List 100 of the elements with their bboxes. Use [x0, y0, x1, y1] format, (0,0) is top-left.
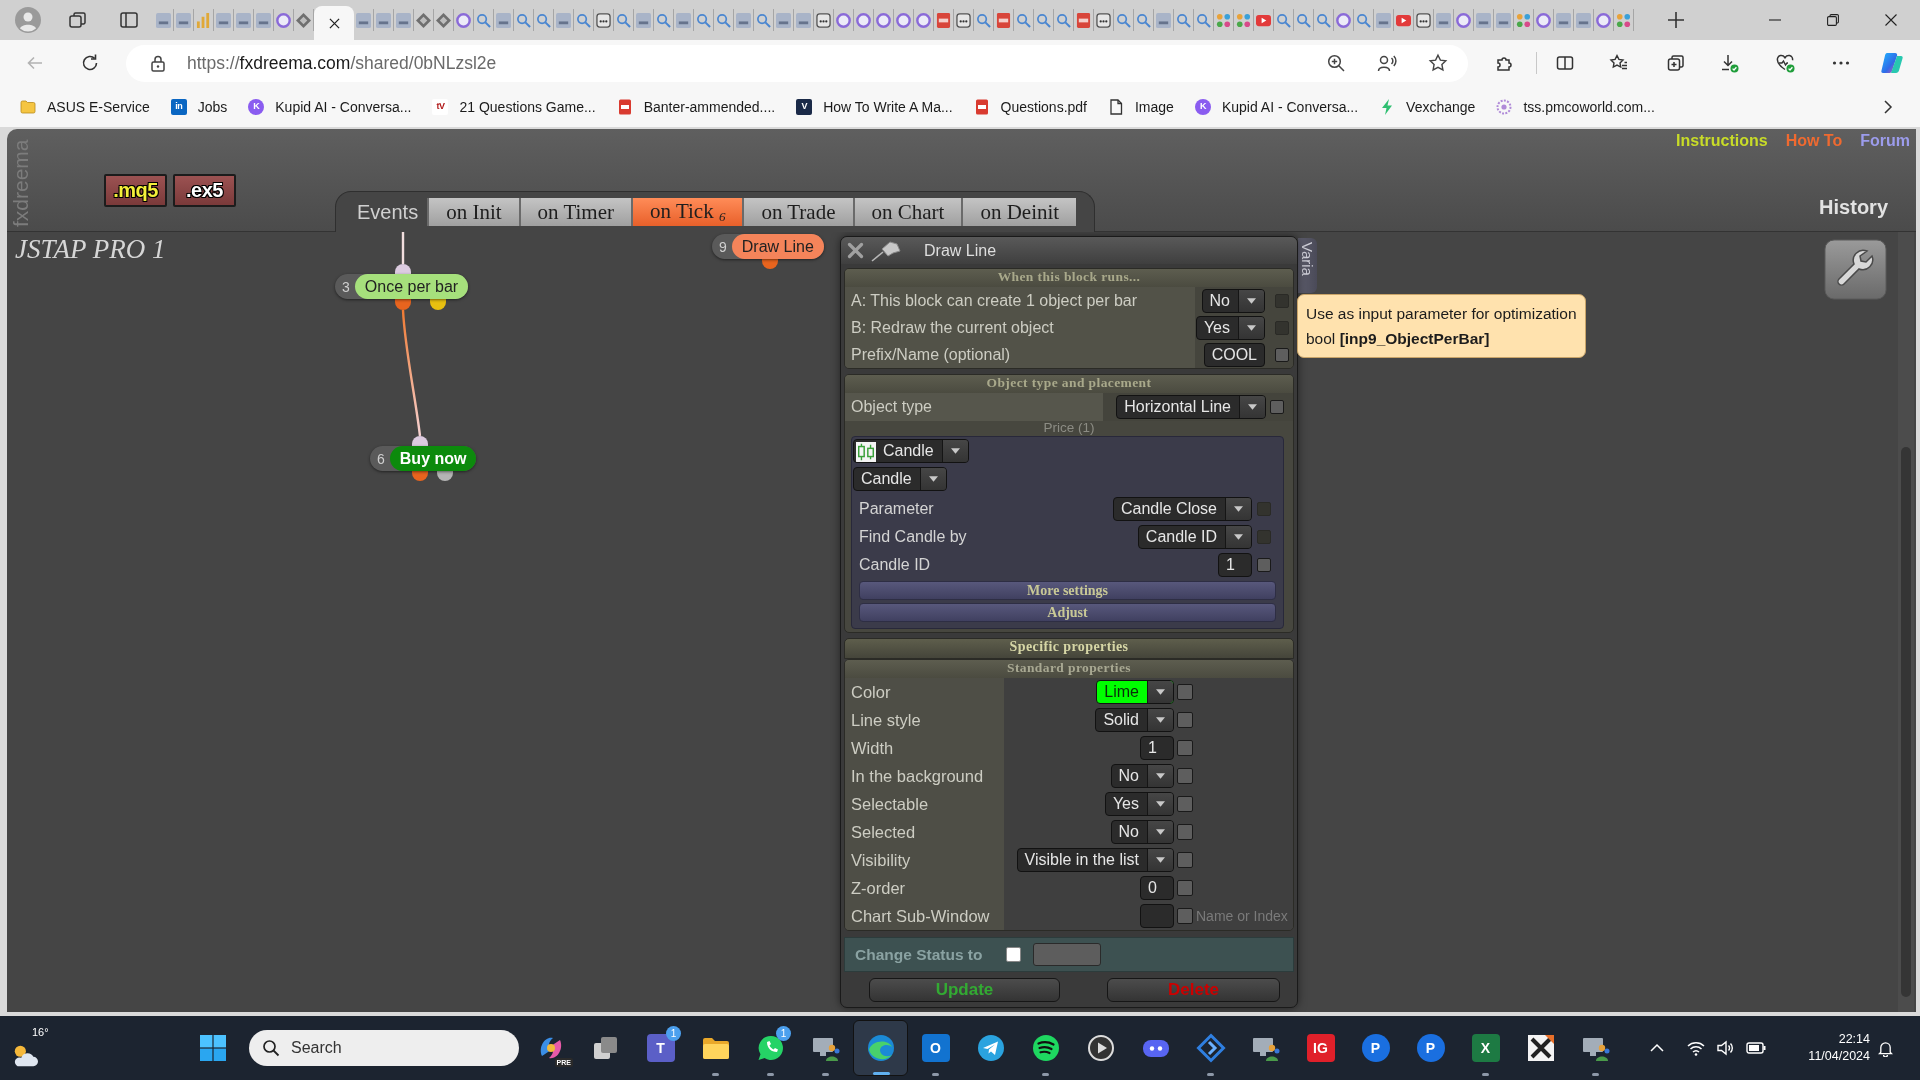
dropdown[interactable]: Solid — [1095, 708, 1174, 732]
browser-tab[interactable] — [234, 9, 254, 31]
dropdown[interactable]: No — [1110, 820, 1174, 844]
checkbox[interactable] — [1257, 558, 1271, 572]
input-field[interactable]: 1 — [1218, 553, 1252, 577]
dropdown[interactable]: No — [1110, 764, 1174, 788]
flow-node[interactable]: 3 Once per bar — [335, 274, 469, 299]
browser-tab[interactable] — [994, 9, 1014, 31]
browser-tab[interactable] — [1354, 9, 1374, 31]
close-icon[interactable] — [1885, 14, 1897, 26]
browser-tab[interactable] — [974, 9, 994, 31]
star-icon[interactable] — [1428, 53, 1448, 73]
bookmark-link[interactable]: K Kupid AI - Conversa... — [248, 98, 412, 115]
browser-tab[interactable] — [1234, 9, 1254, 31]
browser-tab[interactable] — [1134, 9, 1154, 31]
browser-tab[interactable] — [474, 9, 494, 31]
header-link[interactable]: Instructions — [1676, 132, 1768, 150]
clock-time[interactable]: 22:14 — [1838, 1031, 1870, 1048]
checkbox[interactable] — [1177, 740, 1193, 756]
taskbar-app[interactable]: T 1 — [633, 1020, 688, 1076]
checkbox[interactable] — [1177, 908, 1193, 924]
wifi-icon[interactable] — [1687, 1040, 1705, 1056]
address-bar[interactable]: https://fxdreema.com/shared/0bNLzsl2e — [126, 44, 1468, 82]
browser-tab[interactable] — [354, 9, 374, 31]
dropdown[interactable]: Candle ID — [1137, 525, 1252, 549]
heart-pulse-icon[interactable] — [1775, 53, 1795, 73]
dropdown[interactable]: Yes — [1195, 315, 1265, 340]
lock-icon[interactable] — [150, 54, 166, 72]
browser-tab[interactable] — [1254, 9, 1274, 31]
input-field[interactable] — [1140, 904, 1174, 928]
dropdown[interactable]: Candle — [853, 467, 947, 491]
browser-tab[interactable] — [214, 9, 234, 31]
speaker-icon[interactable] — [1717, 1040, 1735, 1056]
checkbox[interactable] — [1177, 880, 1193, 896]
browser-tab[interactable] — [614, 9, 634, 31]
taskbar-app[interactable]: P — [1403, 1020, 1458, 1076]
browser-tab[interactable] — [1094, 9, 1114, 31]
browser-tab[interactable] — [1594, 9, 1614, 31]
section-toggle[interactable]: Adjust — [859, 603, 1276, 622]
browser-tab[interactable] — [1474, 9, 1494, 31]
browser-tab[interactable] — [1414, 9, 1434, 31]
browser-tab[interactable] — [1014, 9, 1034, 31]
url-text[interactable]: https://fxdreema.com/shared/0bNLzsl2e — [187, 52, 497, 74]
browser-tab[interactable] — [834, 9, 854, 31]
browser-tab[interactable] — [534, 9, 554, 31]
browser-tab[interactable] — [714, 9, 734, 31]
browser-tab[interactable] — [1034, 9, 1054, 31]
download-icon[interactable] — [1719, 53, 1739, 73]
browser-tab[interactable] — [1294, 9, 1314, 31]
dropdown[interactable]: Candle Close — [1112, 497, 1252, 521]
bookmark-link[interactable]: tV 21 Questions Game... — [432, 98, 596, 115]
browser-tab[interactable] — [1174, 9, 1194, 31]
reload-icon[interactable] — [80, 53, 100, 73]
dropdown[interactable]: Candle — [853, 439, 969, 463]
plus-icon[interactable] — [1666, 10, 1686, 30]
browser-tab[interactable] — [874, 9, 894, 31]
browser-tab[interactable] — [854, 9, 874, 31]
pushpin-icon[interactable] — [870, 239, 902, 262]
browser-tab[interactable] — [154, 9, 174, 31]
browser-tab[interactable] — [1334, 9, 1354, 31]
zoom-in-icon[interactable] — [1326, 53, 1346, 73]
scrollbar[interactable] — [1898, 232, 1914, 1012]
workspaces-icon[interactable] — [68, 10, 88, 30]
browser-tab[interactable] — [1434, 9, 1454, 31]
browser-tab[interactable] — [674, 9, 694, 31]
checkbox[interactable] — [1177, 796, 1193, 812]
browser-tab[interactable] — [1574, 9, 1594, 31]
event-tab[interactable]: on Tick $_{6}$ — [631, 198, 743, 226]
browser-tab[interactable] — [914, 9, 934, 31]
browser-tab[interactable] — [694, 9, 714, 31]
checkbox[interactable] — [1275, 347, 1289, 362]
avatar-icon[interactable] — [15, 7, 41, 33]
restore-icon[interactable] — [1827, 14, 1839, 26]
read-aloud-icon[interactable] — [1377, 53, 1397, 73]
export-button[interactable]: .ex5 — [173, 174, 236, 207]
browser-tab[interactable] — [634, 9, 654, 31]
browser-tab[interactable] — [894, 9, 914, 31]
export-button[interactable]: .mq5 — [104, 174, 167, 207]
input-field[interactable] — [1033, 943, 1102, 966]
browser-tab[interactable] — [594, 9, 614, 31]
bookmark-link[interactable]: V How To Write A Ma... — [796, 98, 953, 115]
checkbox[interactable] — [1177, 852, 1193, 868]
dropdown[interactable]: Lime — [1096, 680, 1174, 704]
wrench-icon[interactable] — [1824, 239, 1887, 300]
browser-tab[interactable] — [1494, 9, 1514, 31]
browser-tab[interactable] — [934, 9, 954, 31]
browser-tab[interactable] — [1194, 9, 1214, 31]
browser-tab[interactable] — [254, 9, 274, 31]
bookmark-link[interactable]: K Kupid AI - Conversa... — [1194, 98, 1359, 115]
browser-tab[interactable] — [734, 9, 754, 31]
event-tab[interactable]: on Chart — [852, 198, 962, 226]
bookmark-link[interactable]: Vexchange — [1379, 98, 1476, 115]
input-field[interactable]: 1 — [1140, 736, 1174, 760]
browser-tab[interactable] — [654, 9, 674, 31]
browser-tab[interactable] — [1314, 9, 1334, 31]
battery-icon[interactable] — [1746, 1041, 1766, 1055]
bookmark-link[interactable]: tss.pmcoworld.com... — [1496, 98, 1655, 115]
bookmark-link[interactable]: Banter-ammended.... — [616, 98, 776, 115]
input-field[interactable]: 0 — [1140, 876, 1174, 900]
collections-icon[interactable] — [1666, 53, 1686, 73]
